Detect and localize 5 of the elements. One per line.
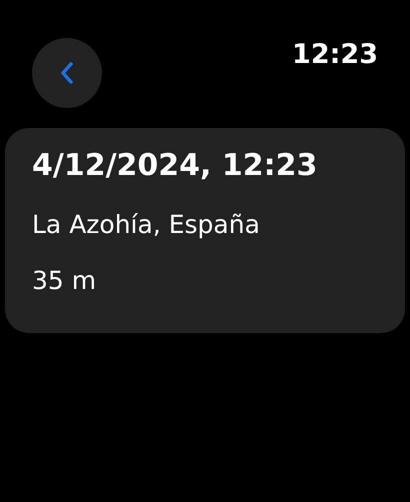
date-time-title: 4/12/2024, 12:23 [32,147,318,185]
back-icon [60,61,74,85]
altitude-text: 35 m [32,265,98,297]
location-text: La Azohía, España [32,209,261,241]
clock-time: 12:23 [292,41,378,68]
